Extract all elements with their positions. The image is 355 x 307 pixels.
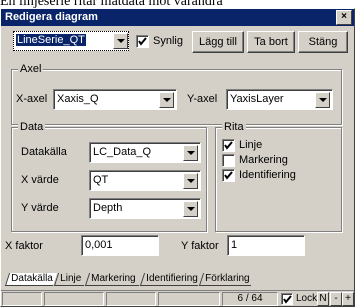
x-value-label: X värde bbox=[21, 174, 59, 186]
y-factor-value: 1 bbox=[231, 239, 238, 251]
close-icon: × bbox=[341, 11, 347, 22]
tab-forklaring[interactable]: Förklaring bbox=[198, 273, 256, 286]
visible-checkbox[interactable] bbox=[136, 35, 149, 48]
source-value: LC_Data_Q bbox=[93, 146, 152, 158]
title-bar[interactable]: Redigera diagram × bbox=[1, 9, 354, 26]
status-bar: 6 / 64 Lock N - + bbox=[1, 290, 354, 306]
x-axis-value: Xaxis_Q bbox=[57, 93, 99, 105]
x-factor-label: X faktor bbox=[5, 240, 43, 252]
close-dialog-button[interactable]: Stäng bbox=[298, 31, 348, 53]
marker-checkbox[interactable] bbox=[222, 154, 235, 167]
axel-group-title: Axel bbox=[18, 63, 44, 75]
checkmark-icon bbox=[138, 37, 147, 46]
window-title: Redigera diagram bbox=[5, 11, 98, 23]
series-select[interactable]: LineSerie_QT bbox=[13, 31, 129, 51]
chevron-down-icon[interactable] bbox=[183, 145, 198, 161]
x-axis-label: X-axel bbox=[16, 93, 48, 105]
identification-checkbox[interactable] bbox=[222, 169, 235, 182]
source-select[interactable]: LC_Data_Q bbox=[89, 142, 201, 163]
chevron-down-icon[interactable] bbox=[159, 92, 174, 108]
x-factor-value: 0,001 bbox=[85, 239, 113, 251]
background-caption: En linjeserie ritar mätdata mot varandra bbox=[0, 0, 223, 8]
status-panel-empty-4 bbox=[158, 292, 220, 306]
y-axis-value: YaxisLayer bbox=[230, 93, 284, 105]
y-axis-select[interactable]: YaxisLayer bbox=[226, 89, 333, 110]
x-value-select[interactable]: QT bbox=[89, 170, 201, 191]
visible-label: Synlig bbox=[153, 35, 183, 47]
status-panel-empty-2 bbox=[44, 292, 104, 306]
lock-checkbox[interactable] bbox=[281, 293, 293, 305]
line-label: Linje bbox=[239, 139, 263, 151]
plus-button[interactable]: + bbox=[342, 292, 354, 306]
add-button[interactable]: Lägg till bbox=[192, 31, 244, 53]
chevron-down-icon[interactable] bbox=[183, 201, 198, 217]
n-button[interactable]: N bbox=[317, 292, 329, 306]
tab-markering[interactable]: Markering bbox=[84, 273, 144, 286]
chevron-down-icon[interactable] bbox=[113, 33, 128, 49]
status-panel-empty-1 bbox=[2, 292, 42, 306]
close-button[interactable]: × bbox=[336, 10, 352, 25]
tab-identifiering[interactable]: Identifiering bbox=[139, 273, 203, 286]
chevron-down-icon[interactable] bbox=[183, 173, 198, 189]
page-indicator: 6 / 64 bbox=[222, 292, 278, 306]
identification-label: Identifiering bbox=[239, 169, 296, 181]
minus-button[interactable]: - bbox=[330, 292, 342, 306]
x-value-value: QT bbox=[93, 174, 109, 186]
marker-label: Markering bbox=[239, 154, 288, 166]
y-factor-input[interactable]: 1 bbox=[227, 235, 305, 256]
y-value-label: Y värde bbox=[21, 202, 59, 214]
lock-label: Lock bbox=[296, 293, 318, 304]
edit-diagram-dialog: Redigera diagram × LineSerie_QT Synlig L… bbox=[0, 8, 355, 307]
checkmark-icon bbox=[224, 141, 233, 150]
checkmark-icon bbox=[224, 171, 233, 180]
x-axis-select[interactable]: Xaxis_Q bbox=[53, 89, 177, 110]
status-panel-empty-3 bbox=[106, 292, 156, 306]
y-factor-label: Y faktor bbox=[181, 240, 219, 252]
series-select-value: LineSerie_QT bbox=[16, 34, 86, 46]
rita-group-title: Rita bbox=[222, 121, 246, 133]
data-group-title: Data bbox=[18, 121, 46, 133]
x-factor-input[interactable]: 0,001 bbox=[81, 235, 159, 256]
tab-bar: Datakälla Linje Markering Identifiering … bbox=[4, 273, 350, 287]
tab-datakalla[interactable]: Datakälla bbox=[4, 273, 58, 286]
y-axis-label: Y-axel bbox=[187, 93, 218, 105]
source-label: Datakälla bbox=[21, 146, 67, 158]
line-checkbox[interactable] bbox=[222, 139, 235, 152]
y-value-value: Depth bbox=[93, 202, 123, 214]
chevron-down-icon[interactable] bbox=[315, 92, 330, 108]
y-value-select[interactable]: Depth bbox=[89, 198, 201, 219]
checkmark-icon bbox=[283, 295, 292, 304]
tab-linje[interactable]: Linje bbox=[53, 273, 89, 286]
remove-button[interactable]: Ta bort bbox=[247, 31, 295, 53]
